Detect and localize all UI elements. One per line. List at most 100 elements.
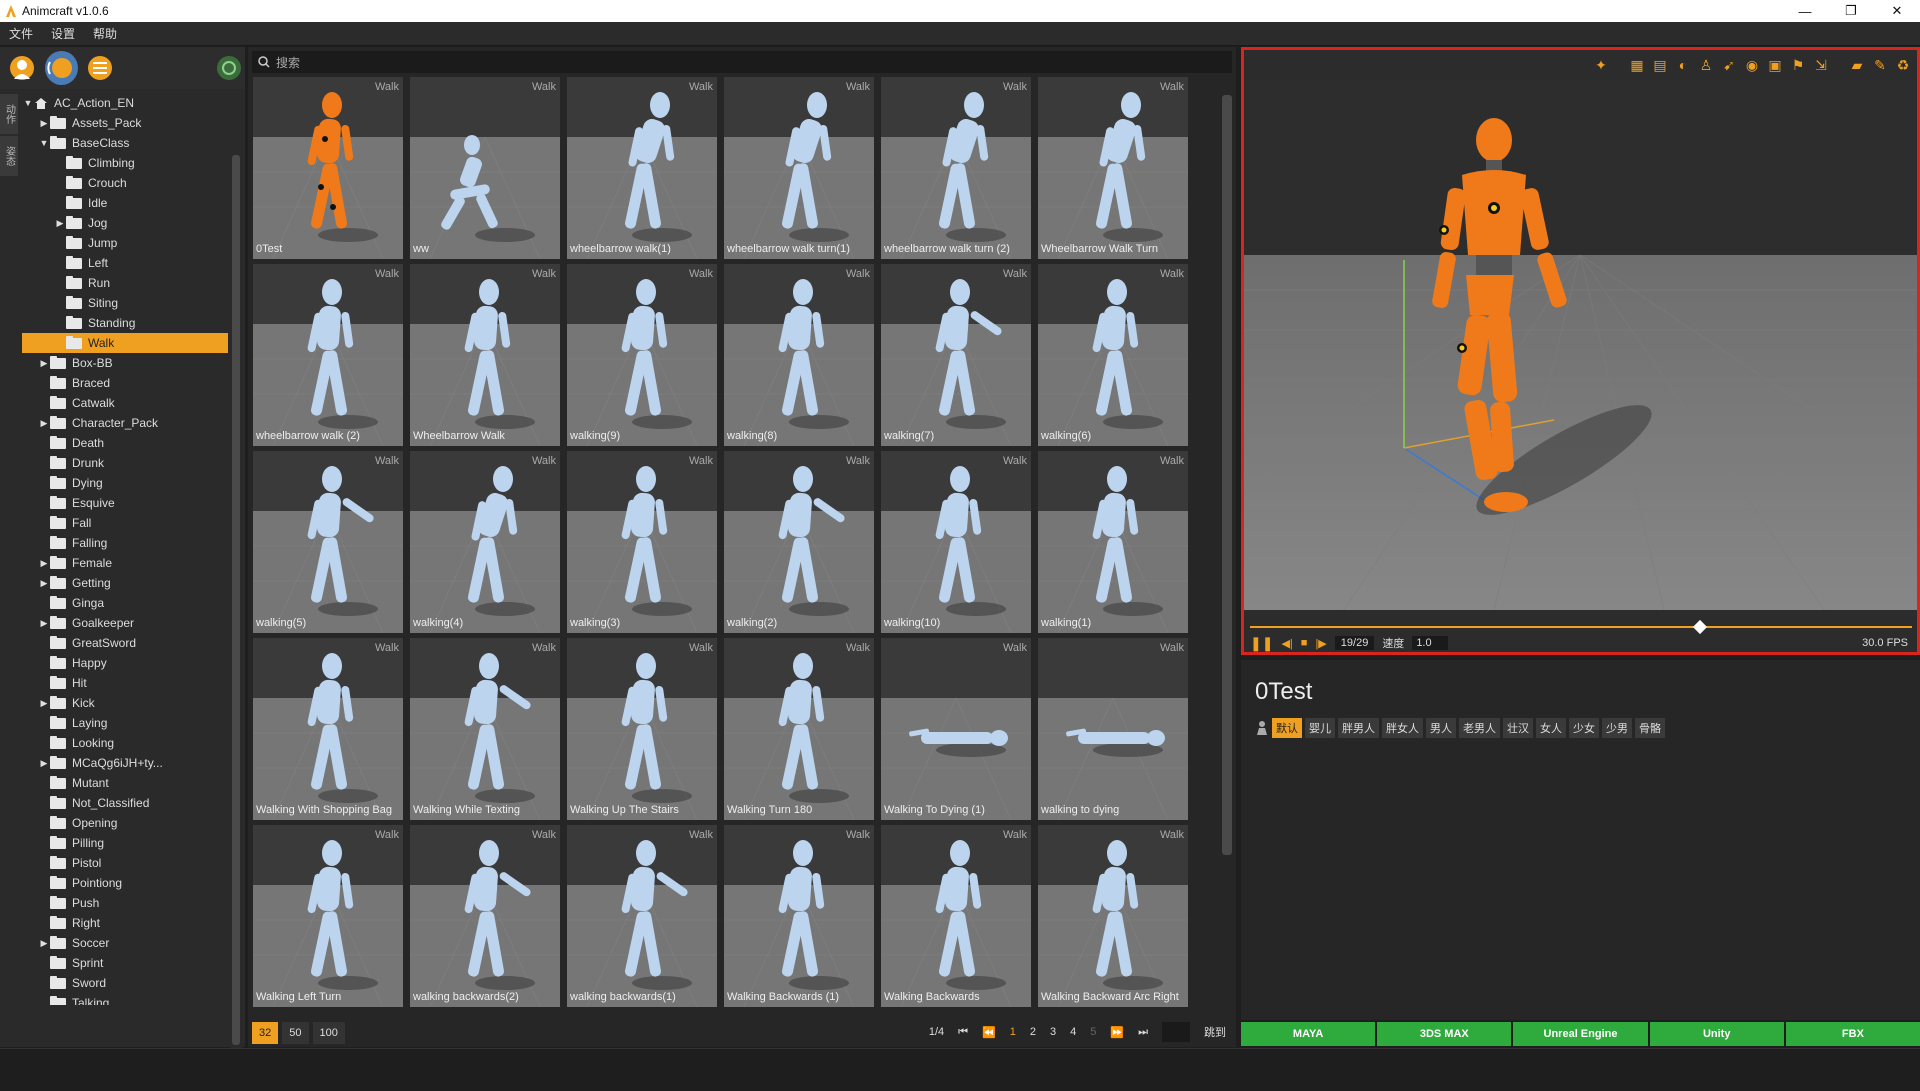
tree-item[interactable]: Jump <box>22 233 228 253</box>
grid-search-input[interactable]: 搜索 <box>252 51 1232 73</box>
menu-file[interactable]: 文件 <box>0 25 42 42</box>
animation-thumbnail[interactable]: Walk walking(7) <box>881 264 1031 446</box>
tree-item[interactable]: ▶ Box-BB <box>22 353 228 373</box>
tree-item[interactable]: Drunk <box>22 453 228 473</box>
animation-thumbnail[interactable]: Walk wheelbarrow walk(1) <box>567 77 717 259</box>
expand-arrow-icon[interactable]: ▼ <box>22 98 34 108</box>
tree-item[interactable]: ▶ MCaQg6iJH+ty... <box>22 753 228 773</box>
menu-help[interactable]: 帮助 <box>84 25 126 42</box>
last-page-button[interactable]: ⏭ <box>1138 1026 1148 1039</box>
animation-thumbnail[interactable]: Walk walking(8) <box>724 264 874 446</box>
speed-input[interactable]: 1.0 <box>1412 636 1449 650</box>
side-tab-pose[interactable]: 姿态 <box>0 136 18 176</box>
floor-icon[interactable]: ▤ <box>1650 55 1670 75</box>
tree-item[interactable]: Talking <box>22 993 228 1005</box>
skeleton-icon[interactable]: ♙ <box>1696 55 1716 75</box>
export-maya-button[interactable]: MAYA <box>1241 1022 1376 1046</box>
expand-arrow-icon[interactable]: ▶ <box>38 698 50 709</box>
tree-item[interactable]: Push <box>22 893 228 913</box>
variant-button[interactable]: 老男人 <box>1459 718 1500 738</box>
variant-button[interactable]: 骨骼 <box>1635 718 1665 738</box>
animation-thumbnail[interactable]: Walk wheelbarrow walk turn(1) <box>724 77 874 259</box>
library-icon[interactable] <box>84 51 117 85</box>
tree-item[interactable]: ▶ Female <box>22 553 228 573</box>
animation-thumbnail[interactable]: Walk Walking Backwards (1) <box>724 825 874 1007</box>
tree-item[interactable]: Hit <box>22 673 228 693</box>
animation-thumbnail[interactable]: Walk Walking With Shopping Bag <box>253 638 403 820</box>
tree-item[interactable]: ▶ Jog <box>22 213 228 233</box>
animation-thumbnail[interactable]: Walk Walking Left Turn <box>253 825 403 1007</box>
tree-item[interactable]: ▶ Kick <box>22 693 228 713</box>
animation-thumbnail[interactable]: Walk 0Test <box>253 77 403 259</box>
tree-item[interactable]: ▶ Character_Pack <box>22 413 228 433</box>
page-size-100[interactable]: 100 <box>312 1022 345 1044</box>
animation-thumbnail[interactable]: Walk walking(1) <box>1038 451 1188 633</box>
animation-thumbnail[interactable]: Walk ww <box>410 77 560 259</box>
expand-arrow-icon[interactable]: ▶ <box>54 218 66 229</box>
minimize-button[interactable]: — <box>1782 0 1828 22</box>
animation-thumbnail[interactable]: Walk Wheelbarrow Walk Turn <box>1038 77 1188 259</box>
tree-item[interactable]: ▼ BaseClass <box>22 133 228 153</box>
tree-scrollbar[interactable] <box>230 139 242 1069</box>
tree-item[interactable]: Looking <box>22 733 228 753</box>
grid-icon[interactable]: ▦ <box>1627 55 1647 75</box>
tree-item[interactable]: Pistol <box>22 853 228 873</box>
tree-item[interactable]: Sprint <box>22 953 228 973</box>
tree-item[interactable]: Idle <box>22 193 228 213</box>
prev-page-button[interactable]: ⏪ <box>982 1026 996 1039</box>
tree-item[interactable]: Dying <box>22 473 228 493</box>
motion-icon[interactable] <box>44 51 78 85</box>
tree-item[interactable]: Pilling <box>22 833 228 853</box>
tree-root[interactable]: ▼ AC_Action_EN <box>22 93 228 113</box>
tree-item[interactable]: Right <box>22 913 228 933</box>
3d-viewport[interactable] <box>1244 80 1917 610</box>
animation-thumbnail[interactable]: Walk walking(10) <box>881 451 1031 633</box>
page-3[interactable]: 3 <box>1050 1026 1056 1038</box>
sync-icon[interactable] <box>212 51 245 85</box>
first-page-button[interactable]: ⏮ <box>958 1026 968 1039</box>
expand-arrow-icon[interactable]: ▶ <box>38 618 50 629</box>
screenshot-icon[interactable]: ▣ <box>1765 55 1785 75</box>
close-button[interactable]: ✕ <box>1874 0 1920 22</box>
expand-arrow-icon[interactable]: ▶ <box>38 578 50 589</box>
flag-icon[interactable]: ⚑ <box>1788 55 1808 75</box>
animation-thumbnail[interactable]: Walk Wheelbarrow Walk <box>410 264 560 446</box>
animation-thumbnail[interactable]: Walk walking(6) <box>1038 264 1188 446</box>
clapper-icon[interactable]: ▰ <box>1847 55 1867 75</box>
expand-arrow-icon[interactable]: ▶ <box>38 118 50 129</box>
expand-arrow-icon[interactable]: ▶ <box>38 938 50 949</box>
animation-thumbnail[interactable]: Walk Walking Backwards <box>881 825 1031 1007</box>
expand-arrow-icon[interactable]: ▼ <box>38 138 50 148</box>
export-unreal-button[interactable]: Unreal Engine <box>1513 1022 1648 1046</box>
step-forward-icon[interactable]: |▶ <box>1315 637 1326 650</box>
tree-item[interactable]: Mutant <box>22 773 228 793</box>
pose-icon[interactable]: ✦ <box>1591 55 1611 75</box>
jump-page-input[interactable] <box>1162 1022 1190 1042</box>
character-icon[interactable] <box>6 51 39 85</box>
tree-item[interactable]: Catwalk <box>22 393 228 413</box>
tree-item[interactable]: Esquive <box>22 493 228 513</box>
next-page-button[interactable]: ⏩ <box>1110 1026 1124 1039</box>
expand-arrow-icon[interactable]: ▶ <box>38 558 50 569</box>
tree-item[interactable]: ▶ Getting <box>22 573 228 593</box>
expand-arrow-icon[interactable]: ▶ <box>38 358 50 369</box>
tree-item[interactable]: Crouch <box>22 173 228 193</box>
animation-thumbnail[interactable]: Walk walking backwards(1) <box>567 825 717 1007</box>
tree-item[interactable]: GreatSword <box>22 633 228 653</box>
animation-thumbnail[interactable]: Walk wheelbarrow walk (2) <box>253 264 403 446</box>
animation-thumbnail[interactable]: Walk walking backwards(2) <box>410 825 560 1007</box>
tree-item[interactable]: Not_Classified <box>22 793 228 813</box>
animation-thumbnail[interactable]: Walk Walking To Dying (1) <box>881 638 1031 820</box>
camera-follow-icon[interactable]: ◉ <box>1742 55 1762 75</box>
animation-thumbnail[interactable]: Walk Walking Turn 180 <box>724 638 874 820</box>
export-unity-button[interactable]: Unity <box>1649 1022 1784 1046</box>
frame-counter[interactable]: 19/29 <box>1334 636 1375 650</box>
edit-icon[interactable]: ✎ <box>1870 55 1890 75</box>
animation-thumbnail[interactable]: Walk Walking Backward Arc Right <box>1038 825 1188 1007</box>
variant-button[interactable]: 胖男人 <box>1338 718 1379 738</box>
animation-thumbnail[interactable]: Walk walking to dying <box>1038 638 1188 820</box>
expand-arrow-icon[interactable]: ▶ <box>38 758 50 769</box>
export-fbx-button[interactable]: FBX <box>1785 1022 1920 1046</box>
variant-button[interactable]: 默认 <box>1272 718 1302 738</box>
expand-arrow-icon[interactable]: ▶ <box>38 418 50 429</box>
